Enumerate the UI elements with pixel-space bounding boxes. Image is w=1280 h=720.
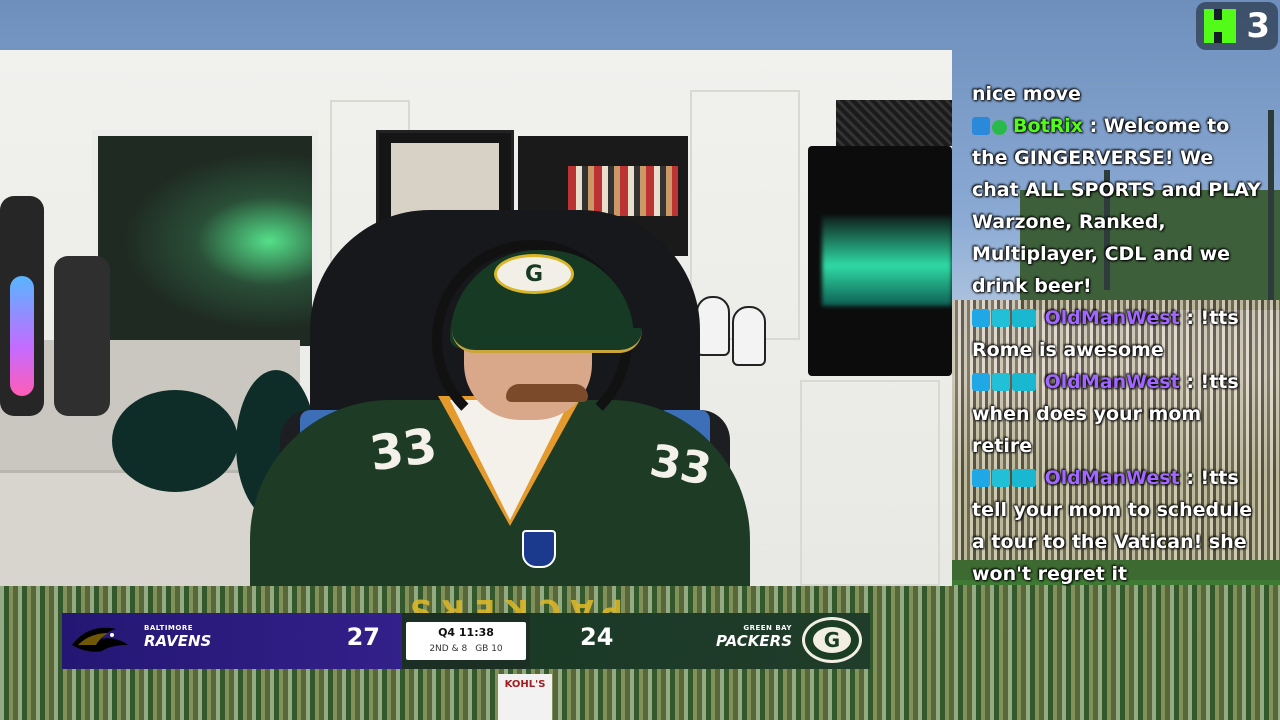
packers-g-logo: G [494,254,574,294]
gift-badge-icon [992,309,1010,327]
sideline-sign: KOHL'S [498,674,552,720]
chat-message: OldManWest : !tts Rome is awesome [972,302,1262,366]
away-team-score: 27 [346,623,380,651]
webcam-feed: 33 33 G [0,50,952,586]
chat-message: OldManWest : !tts tell your mom to sched… [972,462,1262,590]
bot-badge-icon [972,117,990,135]
packers-logo-icon: G [802,617,862,663]
subscriber-badge-icon [1012,469,1036,487]
chat-message: nice move [972,78,1262,110]
subscriber-badge-icon [1012,309,1036,327]
jersey-number: 33 [646,435,716,496]
chat-message: BotRix : Welcome to the GINGERVERSE! We … [972,110,1262,302]
moderator-badge-icon [972,469,990,487]
streamer: 33 33 G [250,200,750,586]
home-team-score: 24 [580,623,614,651]
gift-badge-icon [992,469,1010,487]
chat-username[interactable]: OldManWest [1045,307,1180,329]
wall-vent [836,100,952,146]
moderator-badge-icon [972,309,990,327]
light-tower [1268,110,1274,310]
chat-username[interactable]: OldManWest [1045,371,1180,393]
home-team-name: PACKERS [716,632,792,650]
chat-username[interactable]: BotRix [1013,115,1083,137]
kick-logo-icon [1204,9,1236,43]
moderator-badge-icon [972,373,990,391]
mustache [506,384,588,402]
electric-fireplace [808,146,952,376]
ravens-logo-icon [72,627,128,652]
rgb-lamp [0,166,110,416]
down-and-distance: 2ND & 8 [429,644,468,654]
chat-username[interactable]: OldManWest [1045,467,1180,489]
chat-message-text: nice move [972,83,1081,105]
chat-overlay: nice move BotRix : Welcome to the GINGER… [972,78,1262,590]
gift-badge-icon [992,373,1010,391]
chat-message-text: : Welcome to the GINGERVERSE! We chat AL… [972,115,1261,297]
quarter-clock: Q4 11:38 [438,626,494,639]
away-team-panel: BALTIMORE RAVENS 27 [62,613,402,669]
nfl-shield-icon [522,530,556,568]
verified-badge-icon [992,120,1007,135]
pillow [112,390,238,492]
game-scoreboard: BALTIMORE RAVENS 27 Q4 11:38 2ND & 8 GB … [62,613,870,669]
subscriber-badge-icon [1012,373,1036,391]
field-position: GB 10 [475,644,503,654]
kick-viewer-badge: 3 [1196,2,1278,50]
viewer-count: 3 [1246,6,1270,46]
jersey-number: 33 [366,417,441,483]
chat-message: OldManWest : !tts when does your mom ret… [972,366,1262,462]
away-team-name: RAVENS [144,632,212,650]
home-team-panel: 24 GREEN BAY PACKERS G [530,613,870,669]
game-clock-panel: Q4 11:38 2ND & 8 GB 10 [402,613,530,669]
wall-panel [800,380,940,586]
